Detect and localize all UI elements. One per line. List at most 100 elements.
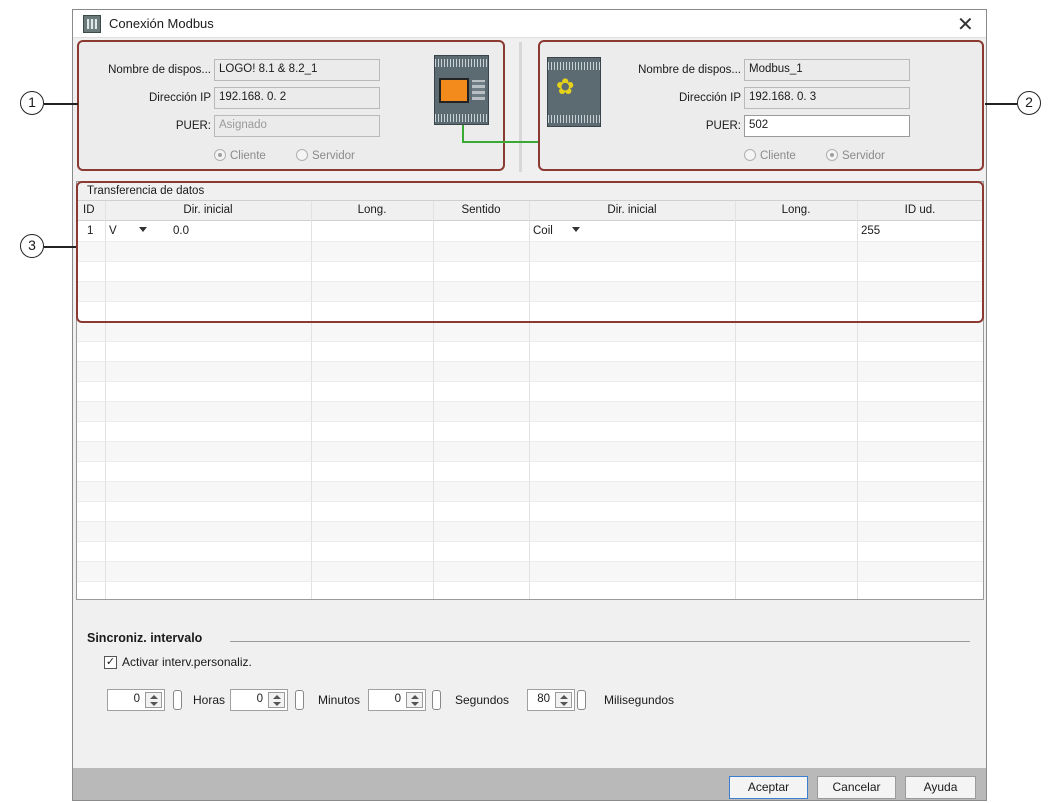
minutes-spinner[interactable]: 0 — [230, 689, 288, 711]
radio-selected-icon — [214, 149, 226, 161]
cancel-button[interactable]: Cancelar — [817, 776, 896, 799]
table-row[interactable] — [77, 262, 983, 282]
column-header-remote-length: Long. — [781, 204, 811, 216]
table-row[interactable] — [77, 322, 983, 342]
callout-line — [44, 246, 78, 248]
remote-ip-field[interactable]: 192.168. 0. 3 — [744, 87, 910, 109]
local-client-radio: Cliente — [214, 149, 266, 162]
table-header: ID Dir. inicial Long. Sentido Dir. inici… — [77, 201, 983, 221]
milliseconds-value: 80 — [537, 693, 550, 705]
local-port-field: Asignado — [214, 115, 380, 137]
table-row[interactable] — [77, 342, 983, 362]
close-button[interactable]: ✕ — [957, 12, 974, 37]
local-server-radio: Servidor — [296, 149, 355, 162]
logo-app-icon — [83, 15, 101, 33]
radio-selected-icon — [826, 149, 838, 161]
local-ip-label: Dirección IP — [149, 92, 211, 104]
table-row[interactable] — [77, 442, 983, 462]
slider-handle-icon[interactable] — [577, 690, 586, 710]
table-row[interactable] — [77, 382, 983, 402]
callout-2: 2 — [1017, 91, 1041, 115]
table-row[interactable] — [77, 282, 983, 302]
row-id: 1 — [87, 225, 94, 237]
local-area-value: V — [109, 225, 117, 237]
slider-handle-icon[interactable] — [432, 690, 441, 710]
local-client-label: Cliente — [230, 150, 266, 162]
table-row[interactable] — [77, 402, 983, 422]
table-row[interactable] — [77, 522, 983, 542]
column-header-remote-start: Dir. inicial — [607, 204, 657, 216]
help-button[interactable]: Ayuda — [905, 776, 976, 799]
ok-button[interactable]: Aceptar — [729, 776, 808, 799]
seconds-value: 0 — [394, 693, 401, 705]
column-header-unit-id: ID ud. — [904, 204, 936, 216]
unit-id-value[interactable]: 255 — [861, 225, 880, 237]
seconds-spinner[interactable]: 0 — [368, 689, 426, 711]
remote-client-radio: Cliente — [744, 149, 796, 162]
spinner-arrows-icon[interactable] — [555, 692, 572, 708]
callout-line — [44, 103, 78, 105]
remote-server-radio: Servidor — [826, 149, 885, 162]
column-divider — [311, 201, 312, 599]
column-divider — [735, 201, 736, 599]
table-section-title: Transferencia de datos — [77, 182, 983, 201]
logo-device-icon — [434, 55, 489, 125]
table-row[interactable] — [77, 562, 983, 582]
table-row[interactable] — [77, 302, 983, 322]
network-line — [462, 125, 464, 142]
remote-ip-label: Dirección IP — [679, 92, 741, 104]
remote-name-field[interactable]: Modbus_1 — [744, 59, 910, 81]
custom-interval-label[interactable]: Activar interv.personaliz. — [122, 655, 252, 669]
column-divider — [105, 201, 106, 599]
column-divider — [857, 201, 858, 599]
local-port-label: PUER: — [175, 120, 211, 132]
local-name-field[interactable]: LOGO! 8.1 & 8.2_1 — [214, 59, 380, 81]
remote-server-label: Servidor — [842, 150, 885, 162]
spinner-arrows-icon[interactable] — [145, 692, 162, 708]
dialog-title: Conexión Modbus — [109, 16, 214, 31]
hours-value: 0 — [133, 693, 140, 705]
section-divider — [230, 641, 970, 642]
milliseconds-spinner[interactable]: 80 — [527, 689, 575, 711]
title-bar: Conexión Modbus ✕ — [73, 10, 986, 38]
table-row[interactable] — [77, 242, 983, 262]
table-row[interactable] — [77, 362, 983, 382]
table-row[interactable] — [77, 422, 983, 442]
table-row[interactable] — [77, 502, 983, 522]
column-divider — [529, 201, 530, 599]
spinner-arrows-icon[interactable] — [406, 692, 423, 708]
remote-area-dropdown[interactable]: Coil — [533, 225, 580, 237]
column-header-direction: Sentido — [461, 204, 501, 216]
table-row[interactable]: 1 V 0.0 Coil 255 — [77, 222, 983, 242]
remote-port-field[interactable]: 502 — [744, 115, 910, 137]
milliseconds-unit-label: Milisegundos — [604, 693, 675, 707]
sync-interval-title: Sincroniz. intervalo — [87, 631, 203, 645]
callout-1: 1 — [20, 91, 44, 115]
panel-divider — [519, 42, 522, 172]
local-server-label: Servidor — [312, 150, 355, 162]
slider-handle-icon[interactable] — [295, 690, 304, 710]
local-area-dropdown[interactable]: V — [109, 225, 148, 237]
radio-empty-icon — [744, 149, 756, 161]
dropdown-arrow-icon[interactable] — [571, 227, 580, 232]
local-name-label: Nombre de dispos... — [108, 64, 211, 76]
custom-interval-checkbox[interactable]: ✓ — [104, 656, 117, 669]
remote-name-label: Nombre de dispos... — [638, 64, 741, 76]
hours-unit-label: Horas — [193, 693, 226, 707]
table-row[interactable] — [77, 482, 983, 502]
hours-spinner[interactable]: 0 — [107, 689, 165, 711]
remote-port-label: PUER: — [705, 120, 741, 132]
table-row[interactable] — [77, 462, 983, 482]
callout-line — [985, 103, 1017, 105]
minutes-value: 0 — [256, 693, 263, 705]
local-address-value[interactable]: 0.0 — [173, 225, 189, 237]
remote-client-label: Cliente — [760, 150, 796, 162]
column-header-local-start: Dir. inicial — [183, 204, 233, 216]
local-ip-field[interactable]: 192.168. 0. 2 — [214, 87, 380, 109]
slider-handle-icon[interactable] — [173, 690, 182, 710]
table-row[interactable] — [77, 542, 983, 562]
spinner-arrows-icon[interactable] — [268, 692, 285, 708]
radio-empty-icon — [296, 149, 308, 161]
dropdown-arrow-icon[interactable] — [139, 227, 148, 232]
column-header-id: ID — [83, 204, 95, 216]
